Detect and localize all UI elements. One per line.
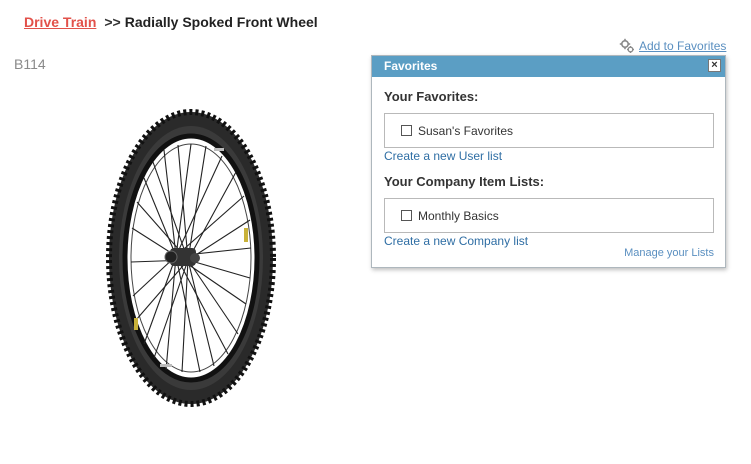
breadcrumb-current: Radially Spoked Front Wheel <box>124 14 318 30</box>
breadcrumb-separator: >> <box>104 14 121 30</box>
create-user-list-link[interactable]: Create a new User list <box>384 149 502 163</box>
favorites-popup-header: Favorites × <box>372 56 725 77</box>
monthly-basics-label[interactable]: Monthly Basics <box>418 209 499 223</box>
create-company-list-link[interactable]: Create a new Company list <box>384 234 528 248</box>
breadcrumb: Drive Train >> Radially Spoked Front Wheel <box>24 14 318 30</box>
add-to-favorites[interactable]: Add to Favorites <box>619 38 726 54</box>
susans-favorites-checkbox[interactable] <box>401 125 412 136</box>
close-icon[interactable]: × <box>708 59 721 72</box>
your-favorites-heading: Your Favorites: <box>384 89 479 104</box>
product-sku: B114 <box>14 56 46 72</box>
monthly-basics-checkbox[interactable] <box>401 210 412 221</box>
susans-favorites-label[interactable]: Susan's Favorites <box>418 124 513 138</box>
company-lists-heading: Your Company Item Lists: <box>384 174 545 189</box>
product-image-wheel <box>106 109 276 407</box>
company-lists-list: Monthly Basics <box>384 198 714 233</box>
your-favorites-list: Susan's Favorites <box>384 113 714 148</box>
favorites-popup: Favorites × Your Favorites: Susan's Favo… <box>371 55 726 268</box>
breadcrumb-link-drive-train[interactable]: Drive Train <box>24 14 96 30</box>
manage-lists-link[interactable]: Manage your Lists <box>624 247 714 259</box>
favorites-popup-title: Favorites <box>384 59 438 73</box>
add-to-favorites-link[interactable]: Add to Favorites <box>639 39 726 53</box>
gear-icon <box>619 38 634 53</box>
